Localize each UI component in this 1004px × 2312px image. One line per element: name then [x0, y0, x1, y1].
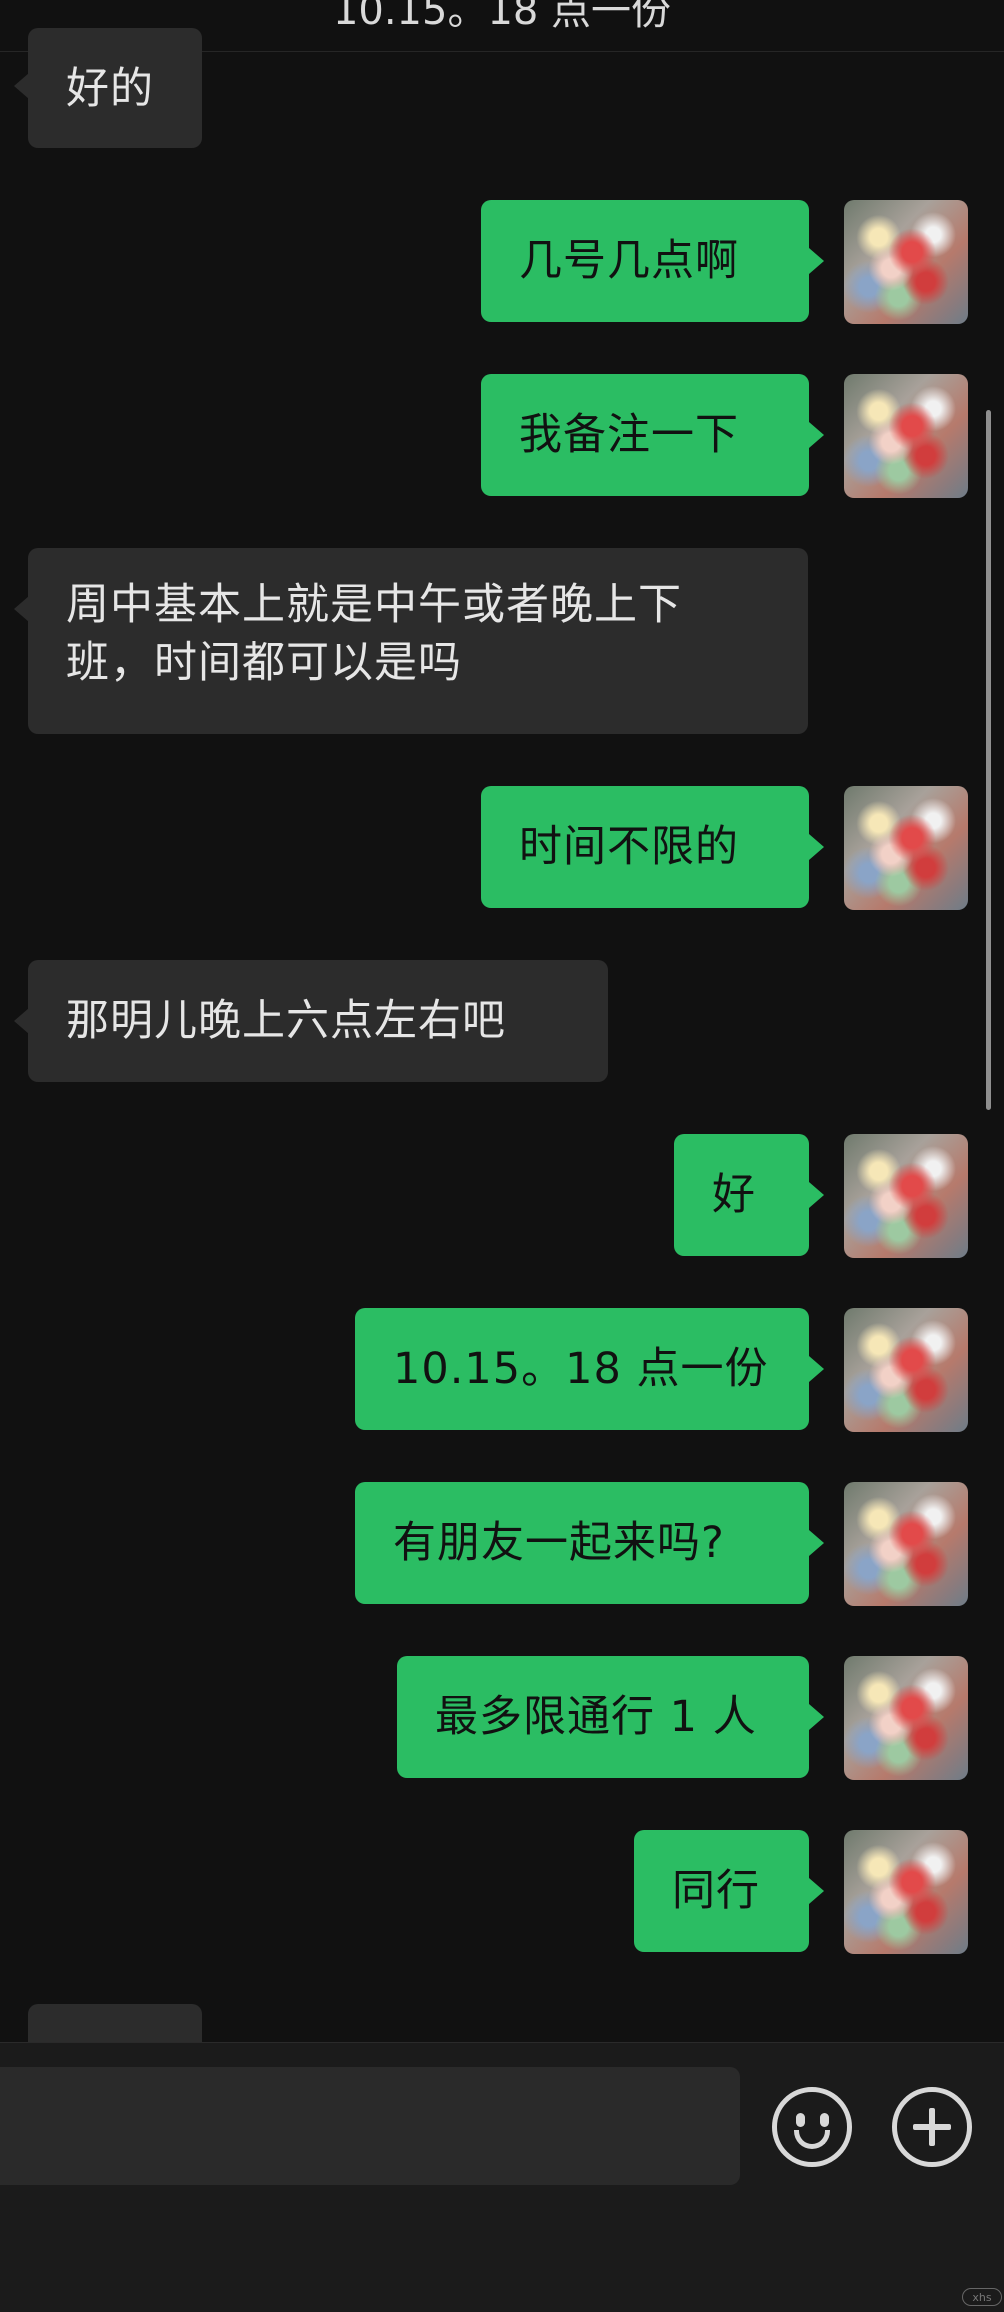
user-avatar[interactable] [844, 1134, 968, 1258]
outgoing-message-bubble[interactable]: 几号几点啊 [481, 200, 809, 322]
outgoing-message-bubble[interactable]: 同行 [634, 1830, 809, 1952]
incoming-message-bubble[interactable]: 那明儿晚上六点左右吧 [28, 960, 608, 1082]
eye [796, 2113, 805, 2127]
more-button[interactable] [892, 2087, 972, 2167]
bubble-tail [809, 422, 824, 448]
outgoing-message-bubble[interactable]: 10.15。18 点一份 [355, 1308, 809, 1430]
bubble-tail [809, 1182, 824, 1208]
user-avatar[interactable] [844, 786, 968, 910]
bubble-tail [809, 834, 824, 860]
chat-screen: 10.15。18 点一份 好的 几号几点啊 我备注一下 周中基本上就是中午或者晚… [0, 0, 1004, 2312]
incoming-message-bubble[interactable]: 好的 [28, 28, 202, 148]
mouth [794, 2130, 830, 2149]
outgoing-message-bubble[interactable]: 好 [674, 1134, 809, 1256]
bubble-tail [809, 1878, 824, 1904]
bubble-tail [809, 1530, 824, 1556]
user-avatar[interactable] [844, 1308, 968, 1432]
bubble-tail [809, 1704, 824, 1730]
outgoing-message-bubble[interactable]: 最多限通行 1 人 [397, 1656, 809, 1778]
message-input[interactable] [0, 2067, 740, 2185]
bubble-tail [809, 248, 824, 274]
user-avatar[interactable] [844, 1482, 968, 1606]
incoming-message-bubble[interactable]: 周中基本上就是中午或者晚上下 班，时间都可以是吗 [28, 548, 808, 734]
eye [820, 2113, 829, 2127]
watermark: xhs [962, 2288, 1002, 2306]
user-avatar[interactable] [844, 1656, 968, 1780]
user-avatar[interactable] [844, 1830, 968, 1954]
outgoing-message-bubble[interactable]: 我备注一下 [481, 374, 809, 496]
plus-vertical [929, 2108, 935, 2146]
bubble-tail [14, 1008, 29, 1034]
scrollbar[interactable] [986, 410, 991, 1110]
user-avatar[interactable] [844, 200, 968, 324]
bubble-tail [14, 596, 29, 622]
emoji-button[interactable] [772, 2087, 852, 2167]
outgoing-message-bubble[interactable]: 时间不限的 [481, 786, 809, 908]
input-bar [0, 2042, 1004, 2312]
bubble-tail [809, 1356, 824, 1382]
bubble-tail [14, 73, 29, 99]
outgoing-message-bubble[interactable]: 有朋友一起来吗? [355, 1482, 809, 1604]
user-avatar[interactable] [844, 374, 968, 498]
